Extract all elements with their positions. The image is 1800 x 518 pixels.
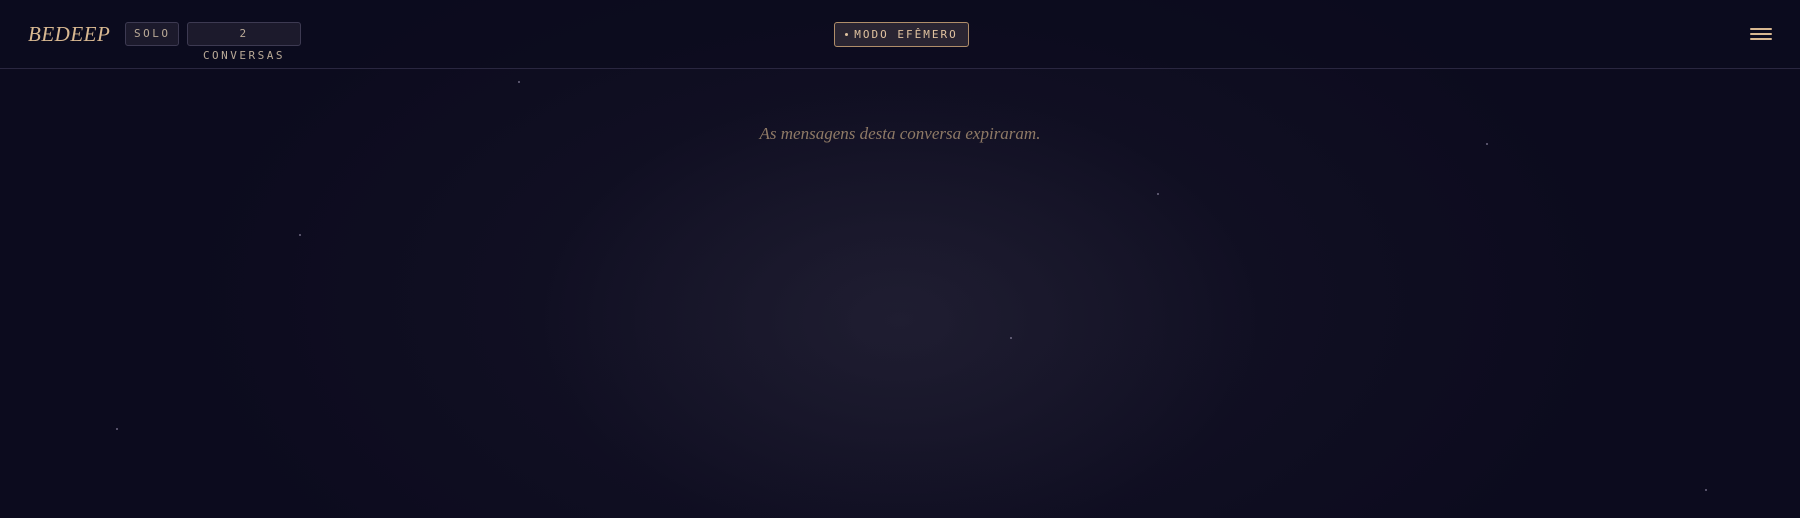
background-glow [0,0,1800,518]
menu-line [1750,38,1772,40]
status-dot-icon [845,32,849,36]
menu-line [1750,28,1772,30]
ephemeral-mode-badge[interactable]: MODO EFÊMERO [834,22,969,47]
background-star [116,428,118,430]
menu-line [1750,33,1772,35]
ephemeral-mode-label: MODO EFÊMERO [854,28,958,41]
background-star [1010,337,1012,339]
top-bar: BEDEEP SOLO 2 CONVERSAS MODO EFÊMERO [0,0,1800,69]
solo-mode-chip[interactable]: SOLO [125,22,179,46]
conversations-count-chip[interactable]: 2 CONVERSAS [187,22,301,62]
background-star [1157,193,1159,195]
background-star [1705,489,1707,491]
brand-logo[interactable]: BEDEEP [28,21,110,47]
background-star [299,234,301,236]
background-star [518,81,520,83]
hamburger-menu-icon[interactable] [1748,24,1776,46]
expired-messages-notice: As mensagens desta conversa expiraram. [759,124,1041,143]
